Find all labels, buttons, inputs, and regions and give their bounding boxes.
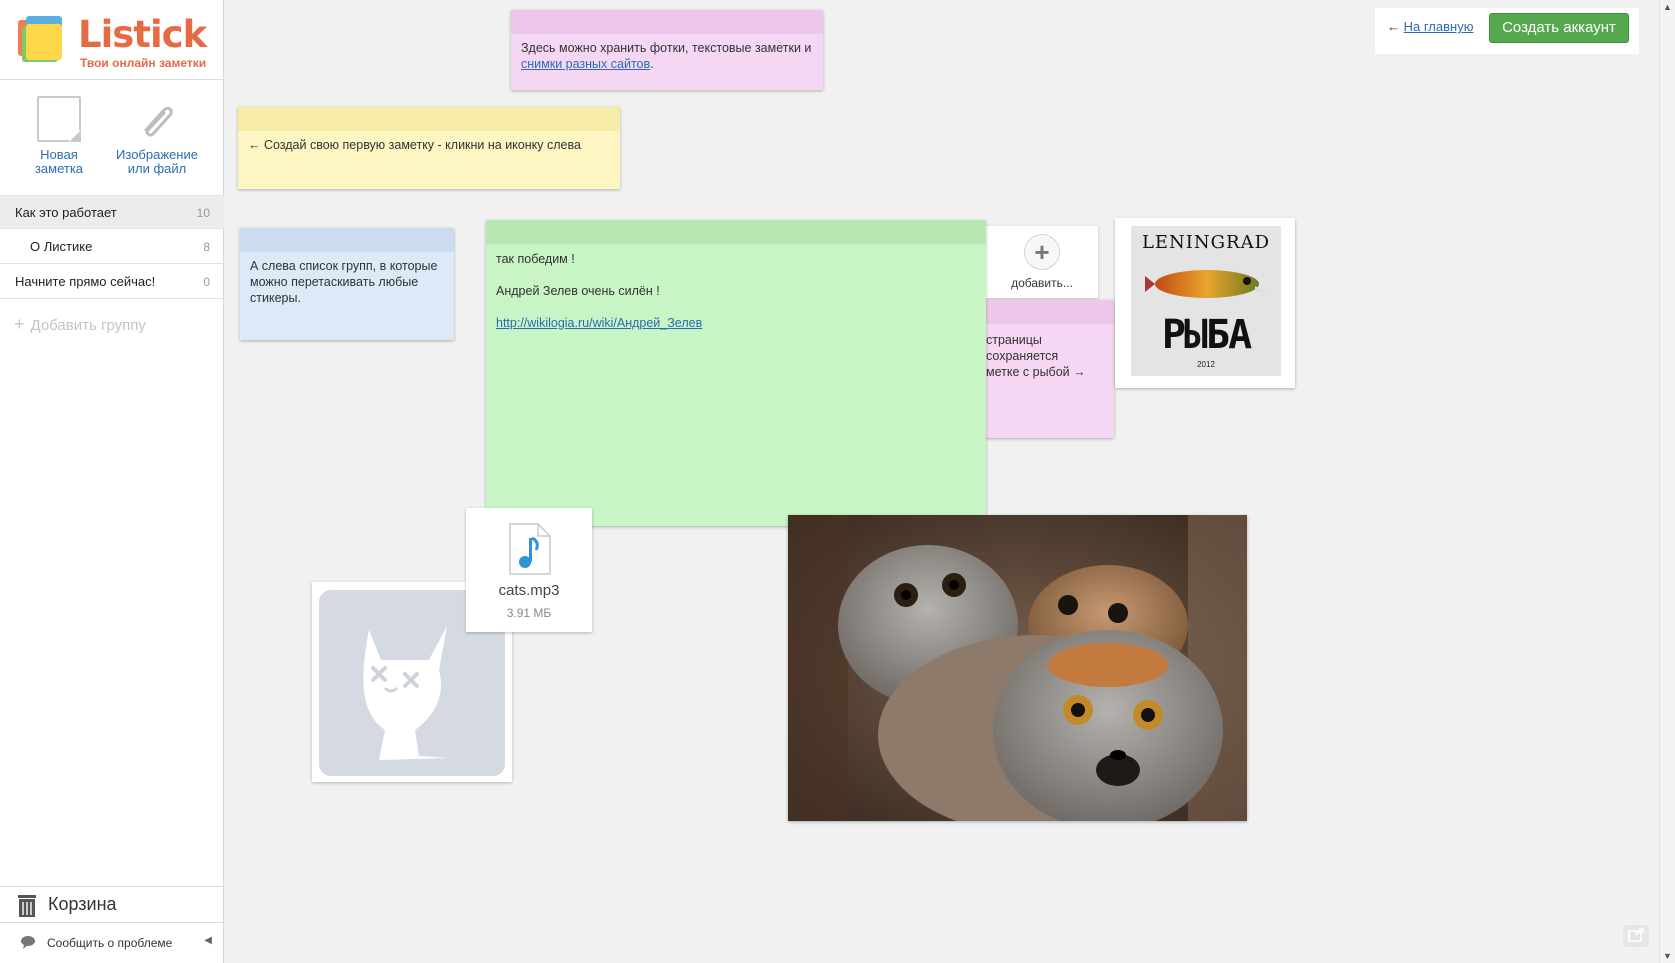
- group-start-now[interactable]: Начните прямо сейчас! 0: [0, 265, 224, 299]
- create-account-button[interactable]: Создать аккаунт: [1489, 13, 1629, 43]
- group-label: Начните прямо сейчас!: [15, 274, 156, 289]
- trash-icon: [18, 895, 36, 917]
- app-tagline: Твои онлайн заметки: [80, 56, 207, 70]
- scroll-down-icon[interactable]: ▼: [1663, 951, 1672, 961]
- new-note-label: Новая заметка: [34, 147, 84, 176]
- add-image-file-button[interactable]: Изображение или файл: [112, 96, 202, 176]
- add-image-file-label: Изображение или файл: [116, 147, 198, 176]
- sticker-header[interactable]: [238, 107, 620, 131]
- report-label: Сообщить о проблеме: [47, 936, 173, 950]
- add-snapshot-card[interactable]: + добавить...: [986, 226, 1098, 298]
- group-count: 10: [196, 206, 210, 220]
- report-problem-button[interactable]: Сообщить о проблеме ◀: [0, 922, 224, 963]
- back-arrow-icon: ←: [1387, 19, 1400, 34]
- sticker-text: А слева список групп, в которые можно пе…: [250, 259, 438, 305]
- plus-icon: +: [14, 314, 25, 334]
- group-label: Как это работает: [15, 205, 117, 220]
- lemur-photo-image: [788, 515, 1247, 821]
- music-file-icon: [509, 523, 551, 575]
- sticker-header[interactable]: [970, 300, 1114, 324]
- file-card-mp3[interactable]: cats.mp3 3.91 МБ: [466, 508, 592, 632]
- wiki-link[interactable]: http://wikilogia.ru/wiki/Андрей_Зелев: [496, 316, 702, 330]
- group-how-it-works[interactable]: Как это работает 10: [0, 195, 224, 229]
- sticker-text: так победим ! Андрей Зелев очень силён !…: [486, 244, 986, 354]
- sticker-text-line: страницы: [986, 333, 1042, 347]
- sidebar: Listick Твои онлайн заметки Новая заметк…: [0, 0, 224, 963]
- new-note-button[interactable]: Новая заметка: [20, 96, 98, 176]
- trash-button[interactable]: Корзина: [0, 886, 224, 922]
- sticker-text-line: так победим !: [496, 252, 575, 266]
- scrollbar[interactable]: ▲ ▼: [1659, 0, 1675, 963]
- sticker-text-line: метке с рыбой →: [986, 365, 1086, 379]
- group-label: О Листике: [30, 239, 93, 254]
- add-group-label: Добавить группу: [30, 317, 146, 334]
- sticker-text-line: сохраняется: [986, 349, 1059, 363]
- logo-icon: [18, 16, 64, 64]
- sticker-header[interactable]: [240, 228, 454, 252]
- app-name: Listick: [78, 13, 207, 56]
- sticker-pink[interactable]: Здесь можно хранить фотки, текстовые зам…: [511, 10, 823, 90]
- sticker-header[interactable]: [511, 10, 823, 34]
- poster-title: LENINGRAD: [1141, 232, 1271, 253]
- sticker-green[interactable]: так победим ! Андрей Зелев очень силён !…: [486, 220, 986, 526]
- group-count: 8: [203, 240, 210, 254]
- sticker-text: Здесь можно хранить фотки, текстовые зам…: [511, 34, 823, 78]
- divider: [0, 79, 224, 80]
- topbar: ← На главную Создать аккаунт: [1375, 8, 1639, 54]
- sticker-text: страницы сохраняется метке с рыбой →: [970, 324, 1114, 386]
- poster-year: 2012: [1197, 360, 1215, 369]
- sticker-text-line: Андрей Зелев очень силён !: [496, 284, 660, 298]
- collapse-arrow-icon[interactable]: ◀: [204, 935, 212, 946]
- file-name: cats.mp3: [498, 582, 560, 599]
- note-icon: [37, 96, 81, 142]
- scroll-up-icon[interactable]: ▲: [1663, 2, 1672, 12]
- speech-bubble-icon: [21, 936, 35, 949]
- sticker-header[interactable]: [486, 220, 986, 244]
- sticker-pink-2[interactable]: страницы сохраняется метке с рыбой →: [970, 300, 1114, 438]
- poster-word: РЫБА: [1161, 312, 1252, 358]
- home-link[interactable]: На главную: [1404, 19, 1474, 34]
- app-logo[interactable]: Listick Твои онлайн заметки: [18, 14, 218, 74]
- file-size: 3.91 МБ: [506, 606, 552, 620]
- plus-icon: +: [1024, 234, 1060, 270]
- share-icon[interactable]: [1623, 925, 1649, 947]
- group-about[interactable]: О Листике 8: [0, 230, 224, 264]
- sticker-blue[interactable]: А слева список групп, в которые можно пе…: [240, 228, 454, 340]
- add-label: добавить...: [1011, 276, 1073, 290]
- sticker-yellow[interactable]: ← Создай свою первую заметку - кликни на…: [238, 107, 620, 189]
- sticker-text-line: Здесь можно хранить фотки, текстовые зам…: [521, 41, 812, 55]
- trash-label: Корзина: [48, 894, 117, 914]
- add-group-button[interactable]: + Добавить группу: [14, 314, 146, 335]
- fish-lure-icon: [1145, 270, 1267, 298]
- back-home: ← На главную: [1387, 19, 1473, 34]
- image-card-leningrad[interactable]: LENINGRAD РЫБА 2012: [1115, 218, 1295, 388]
- paperclip-icon: [134, 96, 180, 142]
- image-card-lemurs[interactable]: [788, 515, 1247, 821]
- group-count: 0: [203, 275, 210, 289]
- leningrad-poster-image: LENINGRAD РЫБА 2012: [1131, 226, 1281, 376]
- sticker-text: ← Создай свою первую заметку - кликни на…: [248, 138, 581, 152]
- site-snapshots-link[interactable]: снимки разных сайтов: [521, 57, 650, 71]
- sticker-text-end: .: [650, 57, 654, 71]
